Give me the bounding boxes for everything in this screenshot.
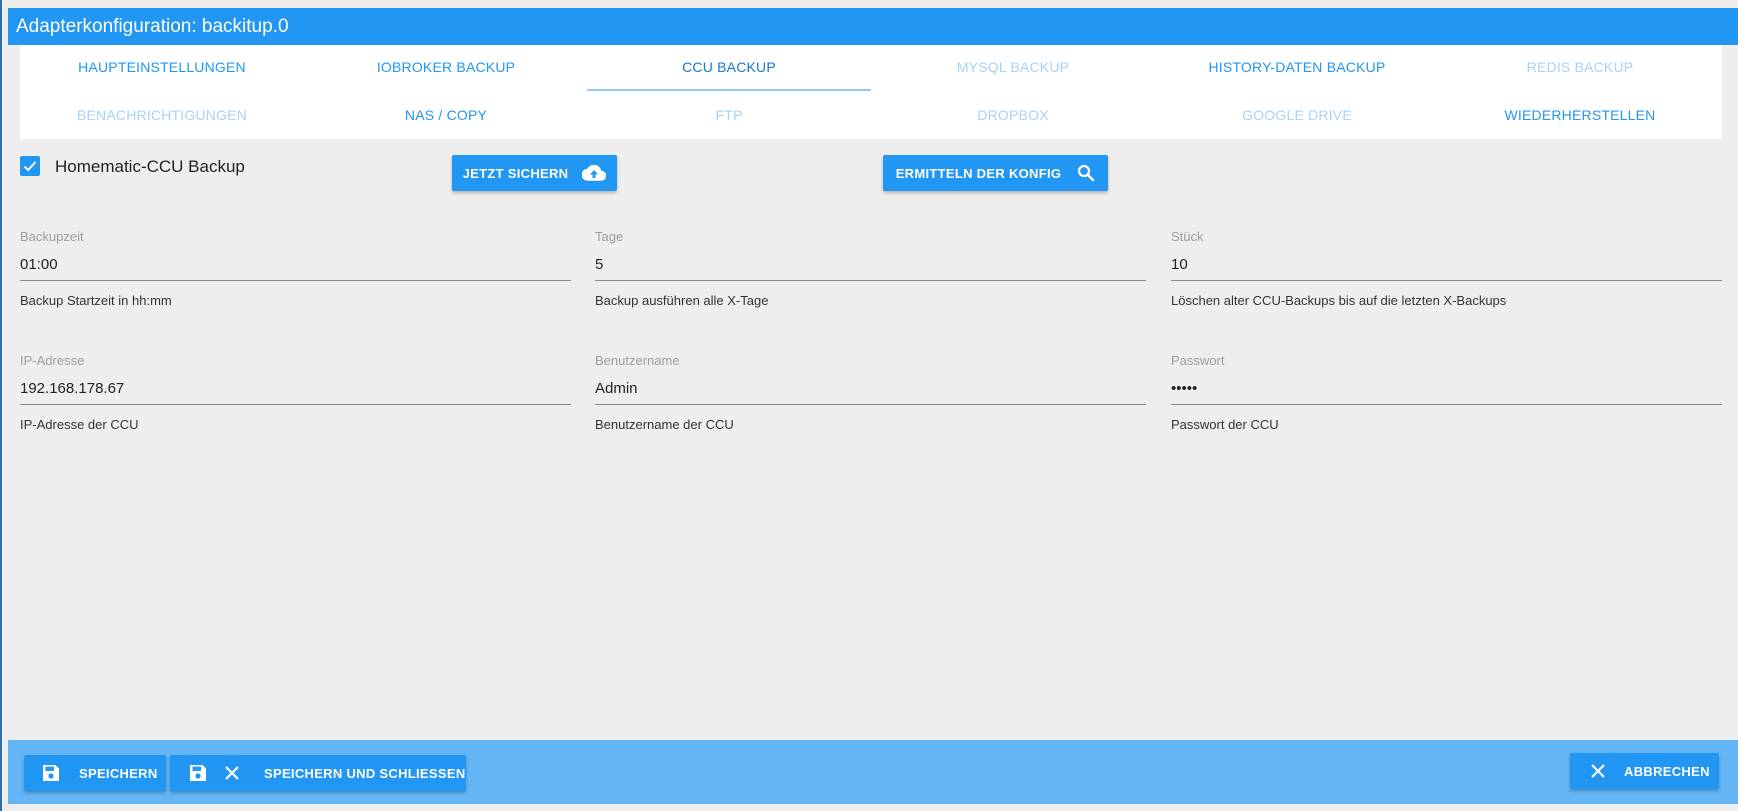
floppy-disk-icon xyxy=(188,763,208,783)
ip-adresse-helper: IP-Adresse der CCU xyxy=(20,417,139,432)
tab-ftp[interactable]: FTP xyxy=(587,93,871,138)
ccu-backup-label: Homematic-CCU Backup xyxy=(55,157,245,176)
tab-google-drive[interactable]: GOOGLE DRIVE xyxy=(1155,93,1439,138)
tab-dropbox[interactable]: DROPBOX xyxy=(871,93,1155,138)
tab-history-daten-backup[interactable]: HISTORY-DATEN BACKUP xyxy=(1155,45,1439,90)
close-icon xyxy=(224,765,240,781)
save-button[interactable]: SPEICHERN xyxy=(24,755,166,791)
tab-haupteinstellungen[interactable]: HAUPTEINSTELLUNGEN xyxy=(20,45,304,90)
close-icon xyxy=(1590,763,1606,779)
cancel-button[interactable]: ABBRECHEN xyxy=(1570,753,1719,789)
tage-input[interactable] xyxy=(595,249,1146,281)
window-title: Adapterkonfiguration: backitup.0 xyxy=(8,8,1738,45)
backup-now-button[interactable]: JETZT SICHERN xyxy=(452,155,617,191)
stueck-label: Stück xyxy=(1171,229,1204,244)
ip-adresse-label: IP-Adresse xyxy=(20,353,85,368)
tab-iobroker-backup[interactable]: IOBROKER BACKUP xyxy=(304,45,588,90)
save-and-close-label: SPEICHERN UND SCHLIESSEN xyxy=(264,765,466,781)
tab-nas-copy[interactable]: NAS / COPY xyxy=(304,93,588,138)
tage-label: Tage xyxy=(595,229,624,244)
benutzername-helper: Benutzername der CCU xyxy=(595,417,734,432)
search-icon xyxy=(1077,164,1095,182)
tab-benachrichtigungen[interactable]: BENACHRICHTIGUNGEN xyxy=(20,93,304,138)
detect-config-button[interactable]: ERMITTELN DER KONFIG xyxy=(883,155,1108,191)
adapter-config-window: Adapterkonfiguration: backitup.0 HAUPTEI… xyxy=(0,0,1738,811)
check-icon xyxy=(23,161,37,172)
ip-adresse-input[interactable] xyxy=(20,373,571,405)
backupzeit-label: Backupzeit xyxy=(20,229,84,244)
ccu-backup-checkbox[interactable] xyxy=(20,156,40,176)
cloud-upload-icon xyxy=(582,164,607,182)
backupzeit-input[interactable] xyxy=(20,249,571,281)
tab-bar: HAUPTEINSTELLUNGEN IOBROKER BACKUP CCU B… xyxy=(20,45,1722,139)
tage-helper: Backup ausführen alle X-Tage xyxy=(595,293,769,308)
tab-mysql-backup[interactable]: MYSQL BACKUP xyxy=(871,45,1155,90)
passwort-label: Passwort xyxy=(1171,353,1225,368)
passwort-input[interactable] xyxy=(1171,373,1722,405)
stueck-input[interactable] xyxy=(1171,249,1722,281)
cancel-label: ABBRECHEN xyxy=(1624,763,1710,779)
backupzeit-helper: Backup Startzeit in hh:mm xyxy=(20,293,172,308)
tab-ccu-backup[interactable]: CCU BACKUP xyxy=(587,45,871,90)
benutzername-input[interactable] xyxy=(595,373,1146,405)
tab-redis-backup[interactable]: REDIS BACKUP xyxy=(1438,45,1722,90)
tab-wiederherstellen[interactable]: WIEDERHERSTELLEN xyxy=(1438,93,1722,138)
save-label: SPEICHERN xyxy=(79,765,158,781)
active-tab-indicator xyxy=(587,89,871,91)
passwort-helper: Passwort der CCU xyxy=(1171,417,1279,432)
benutzername-label: Benutzername xyxy=(595,353,680,368)
floppy-disk-icon xyxy=(41,763,61,783)
stueck-helper: Löschen alter CCU-Backups bis auf die le… xyxy=(1171,293,1507,308)
save-and-close-button[interactable]: SPEICHERN UND SCHLIESSEN xyxy=(170,755,466,791)
detect-config-label: ERMITTELN DER KONFIG xyxy=(895,165,1062,181)
backup-now-label: JETZT SICHERN xyxy=(462,165,569,181)
window-edge xyxy=(0,0,2,811)
